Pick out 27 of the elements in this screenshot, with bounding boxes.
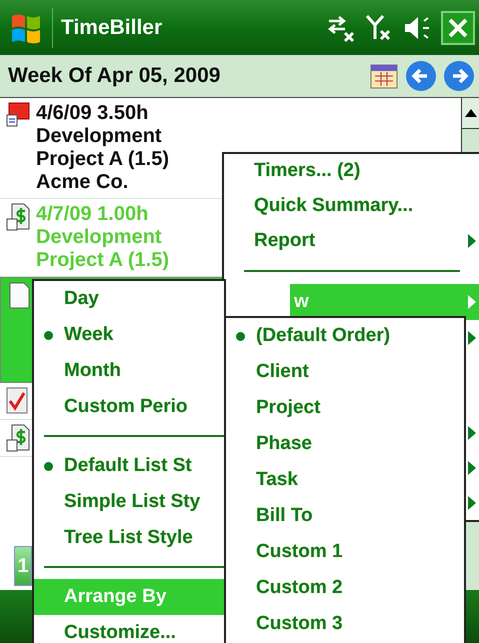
menu-item[interactable]: Tree List Style bbox=[34, 520, 224, 556]
menu-item[interactable]: Simple List Sty bbox=[34, 484, 224, 520]
menu-item[interactable]: Month bbox=[34, 353, 224, 389]
entry-text: 4/6/09 3.50h bbox=[36, 102, 150, 125]
menu-item[interactable]: Day bbox=[34, 281, 224, 317]
menu-item[interactable]: Custom 1 bbox=[226, 534, 464, 570]
entry-text: Development bbox=[36, 226, 163, 249]
menu-item[interactable]: Project bbox=[226, 390, 464, 426]
entry-text: Development bbox=[36, 125, 163, 148]
menu-item[interactable]: Custom 3 bbox=[226, 606, 464, 642]
menu-item[interactable]: Phase bbox=[226, 426, 464, 462]
menu-item[interactable]: Week bbox=[34, 317, 224, 353]
menu-item[interactable]: Task bbox=[226, 462, 464, 498]
entry-text: Acme Co. bbox=[36, 171, 130, 194]
menu-item[interactable]: Client bbox=[226, 354, 464, 390]
entry-text: Project A (1.5) bbox=[36, 249, 169, 272]
menu-item[interactable]: (Default Order) bbox=[226, 318, 464, 354]
menu-item[interactable]: Report bbox=[224, 224, 479, 258]
app-title: TimeBiller bbox=[61, 16, 164, 40]
menu-item[interactable]: Custom Perio bbox=[34, 389, 224, 425]
menu-item[interactable]: Bill To bbox=[226, 498, 464, 534]
menu-item[interactable]: Customize... bbox=[34, 615, 224, 643]
entry-text: Project A (1.5) bbox=[36, 148, 169, 171]
entry-text: 4/7/09 1.00h bbox=[36, 203, 150, 226]
menu-item[interactable]: Default List St bbox=[34, 448, 224, 484]
week-title: Week Of Apr 05, 2009 bbox=[8, 64, 222, 88]
menu-item[interactable]: Custom 2 bbox=[226, 570, 464, 606]
